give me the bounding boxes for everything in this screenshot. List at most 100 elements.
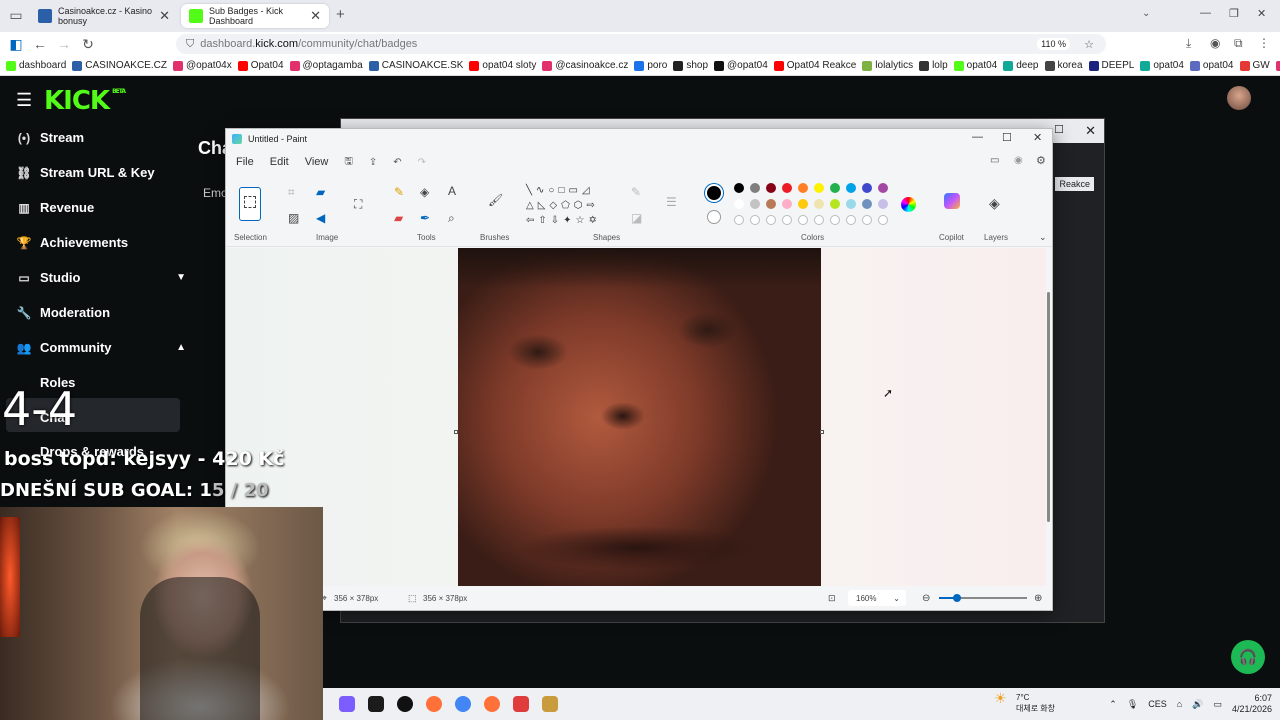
bookmark-item[interactable]: CASINOAKCE.SK	[368, 60, 463, 71]
menu-file[interactable]: File	[236, 156, 254, 168]
color-swatch[interactable]	[766, 199, 776, 209]
ribbon-expand-chevron-icon[interactable]: ⌄	[1039, 232, 1047, 243]
tab-emotes[interactable]: Emo	[203, 186, 228, 200]
forward-icon[interactable]: →	[52, 36, 76, 52]
custom-color-swatch[interactable]	[830, 215, 840, 225]
bookmark-reakce[interactable]: Reakce	[1055, 177, 1094, 191]
canvas-image[interactable]	[458, 248, 821, 586]
bookmark-item[interactable]: poro	[634, 60, 667, 71]
tab-list-chevron-icon[interactable]: ⌄	[1142, 8, 1150, 19]
magnifier-icon[interactable]: ⌕	[448, 211, 455, 226]
resize-handle-left[interactable]	[454, 430, 458, 434]
back-icon[interactable]: ←	[28, 36, 52, 52]
layers-icon[interactable]: ◈	[989, 195, 1000, 212]
kick-logo[interactable]: KICK BETA	[44, 86, 126, 116]
support-chat-button[interactable]: 🎧	[1231, 640, 1265, 674]
weather-widget[interactable]: ☀ 7°C 대체로 화창	[994, 691, 1055, 714]
taskbar-app-icon[interactable]	[368, 696, 384, 712]
minimize-icon[interactable]: —	[1200, 7, 1211, 19]
bookmark-item[interactable]: @casinoakce.cz	[542, 60, 628, 71]
sidebar-toggle-icon[interactable]: ◧	[4, 36, 28, 53]
primary-color[interactable]	[705, 184, 723, 202]
tab-sub-badges[interactable]: Sub Badges - Kick Dashboard ✕	[181, 4, 329, 28]
color-swatch[interactable]	[830, 199, 840, 209]
bookmark-item[interactable]: dashboard	[6, 60, 66, 71]
fit-to-window-icon[interactable]: ⊡	[828, 593, 836, 604]
color-swatch[interactable]	[846, 199, 856, 209]
taskbar-app-icon[interactable]	[397, 696, 413, 712]
custom-color-swatch[interactable]	[862, 215, 872, 225]
zoom-slider[interactable]	[939, 594, 1027, 602]
settings-gear-icon[interactable]: ⚙	[1036, 154, 1046, 167]
site-info-icon[interactable]: ⛉	[186, 38, 194, 51]
zoom-out-icon[interactable]: ⊖	[922, 593, 930, 604]
bookmark-item[interactable]: opat04	[1189, 60, 1234, 71]
sidebar-item-stream-url[interactable]: ⛓ Stream URL & Key	[16, 165, 186, 180]
custom-color-swatch[interactable]	[766, 215, 776, 225]
pencil-icon[interactable]: ✎	[394, 185, 404, 199]
menu-view[interactable]: View	[305, 156, 329, 168]
custom-color-swatch[interactable]	[878, 215, 888, 225]
zoom-in-icon[interactable]: ⊕	[1034, 593, 1042, 604]
microphone-icon[interactable]: 🎙	[1127, 699, 1138, 710]
bookmark-item[interactable]: deep	[1003, 60, 1039, 71]
volume-icon[interactable]: 🔊	[1192, 699, 1203, 710]
favorite-star-icon[interactable]: ☆	[1084, 38, 1094, 51]
taskbar-app-icon[interactable]	[542, 696, 558, 712]
taskbar-app-icon[interactable]	[426, 696, 442, 712]
fill-icon[interactable]: ◈	[420, 185, 429, 199]
hamburger-menu-icon[interactable]: ☰	[16, 90, 32, 111]
taskbar-app-icon[interactable]	[484, 696, 500, 712]
bookmark-item[interactable]: opat04	[953, 60, 997, 71]
profile-icon[interactable]: ◉	[1210, 36, 1220, 50]
color-swatch[interactable]	[798, 199, 808, 209]
color-swatch[interactable]	[782, 183, 792, 193]
selection-tool[interactable]	[239, 187, 261, 221]
bookmark-item[interactable]: shop	[673, 60, 708, 71]
edit-colors-icon[interactable]	[901, 197, 916, 212]
custom-color-swatch[interactable]	[782, 215, 792, 225]
bookmark-item[interactable]: @optagamba	[289, 60, 363, 71]
custom-color-swatch[interactable]	[846, 215, 856, 225]
color-swatch[interactable]	[750, 199, 760, 209]
brush-icon[interactable]: 🖌	[488, 193, 503, 207]
color-swatch[interactable]	[878, 183, 888, 193]
canvas-area[interactable]	[226, 248, 1046, 586]
bookmark-item[interactable]: Opat04	[237, 60, 284, 71]
color-swatch[interactable]	[830, 183, 840, 193]
menu-icon[interactable]: ⋮	[1258, 36, 1270, 50]
zoom-select[interactable]: 160% ⌄	[848, 590, 906, 606]
tab-casinoakce[interactable]: Casinoakce.cz - Kasino bonusy ✕	[30, 4, 178, 28]
close-icon[interactable]: ✕	[1085, 123, 1096, 139]
shapes-gallery[interactable]: ╲∿○□▭◿ △◺◇⬠⬡⇨ ⇦⇧⇩✦☆✡	[526, 183, 616, 227]
shape-fill-icon[interactable]: ◪	[631, 211, 642, 225]
share-icon[interactable]: ⇪	[369, 157, 377, 168]
secondary-color[interactable]	[707, 210, 721, 224]
chevron-up-icon[interactable]: ▲	[176, 342, 186, 353]
avatar[interactable]	[1227, 86, 1251, 110]
close-tab-icon[interactable]: ✕	[159, 8, 170, 24]
color-swatch[interactable]	[814, 199, 824, 209]
minimize-icon[interactable]: —	[972, 131, 983, 143]
clock[interactable]: 6:07 4/21/2026	[1232, 693, 1272, 715]
bookmark-item[interactable]: DEEPL	[1088, 60, 1134, 71]
save-icon[interactable]: 🖫	[344, 154, 353, 171]
outline-icon[interactable]: ✎	[631, 185, 641, 199]
bookmark-item[interactable]: Opat04 Reakce	[773, 60, 856, 71]
text-icon[interactable]: A	[448, 184, 456, 198]
menu-edit[interactable]: Edit	[270, 156, 289, 168]
tray-overflow-icon[interactable]: ⌃	[1109, 699, 1117, 710]
reload-icon[interactable]: ↻	[76, 36, 100, 53]
close-tab-icon[interactable]: ✕	[310, 8, 321, 24]
custom-color-swatch[interactable]	[814, 215, 824, 225]
sidebar-item-studio[interactable]: ▭ Studio ▼	[16, 270, 186, 285]
bookmark-item[interactable]: opat04.gg	[1275, 60, 1280, 71]
language-indicator[interactable]: CES	[1148, 699, 1167, 709]
bookmark-item[interactable]: GW	[1239, 60, 1270, 71]
new-tab-icon[interactable]: +	[336, 6, 345, 23]
tab-actions-icon[interactable]: ▭	[4, 7, 28, 24]
size-icon[interactable]: ☰	[666, 195, 677, 209]
custom-color-swatch[interactable]	[734, 215, 744, 225]
color-swatch[interactable]	[766, 183, 776, 193]
close-icon[interactable]: ✕	[1033, 131, 1042, 144]
